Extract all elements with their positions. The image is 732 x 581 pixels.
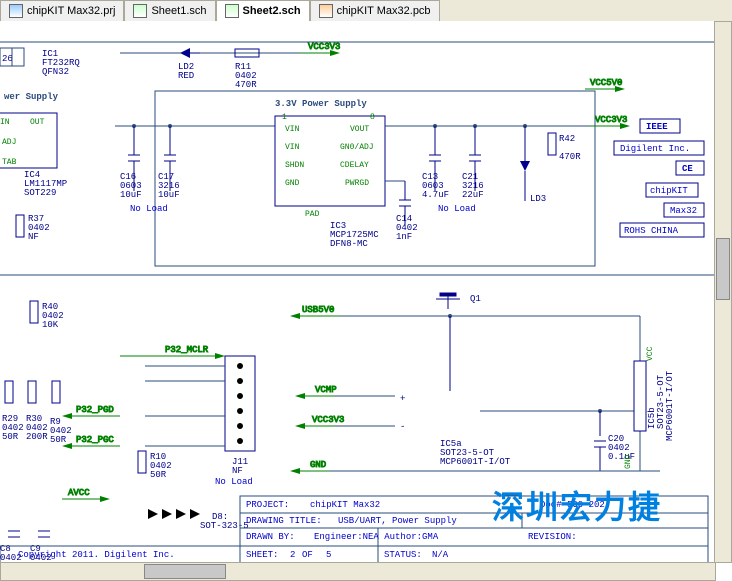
svg-text:CDELAY: CDELAY [340,161,369,170]
svg-text:470R: 470R [235,80,257,90]
svg-text:No Load: No Load [438,204,476,214]
svg-text:VOUT: VOUT [350,125,369,134]
svg-text:470R: 470R [559,152,581,162]
svg-text:chipKIT Max32: chipKIT Max32 [310,500,380,510]
svg-text:DRAWN BY:: DRAWN BY: [246,532,295,542]
svg-text:P32_MCLR: P32_MCLR [165,345,209,355]
tab-pcb[interactable]: chipKIT Max32.pcb [310,0,440,21]
svg-text:50R: 50R [50,435,67,445]
svg-text:8: 8 [370,113,375,122]
svg-text:wer Supply: wer Supply [4,92,59,102]
svg-text:REVISION:: REVISION: [528,532,577,542]
svg-text:4.7uF: 4.7uF [422,190,449,200]
svg-text:P32_PGC: P32_PGC [76,435,114,445]
svg-text:OUT: OUT [30,118,45,127]
svg-text:PWRGD: PWRGD [345,179,369,188]
svg-text:chipKIT: chipKIT [650,186,688,196]
svg-text:Digilent Inc.: Digilent Inc. [620,144,690,154]
svg-text:VCC5V0: VCC5V0 [590,78,622,88]
svg-text:N/A: N/A [432,550,449,560]
svg-text:1: 1 [282,113,287,122]
svg-text:+: + [400,394,405,404]
svg-text:USB/UART, Power Supply: USB/UART, Power Supply [338,516,457,526]
svg-text:IEEE: IEEE [646,122,668,132]
svg-text:1nF: 1nF [396,232,412,242]
svg-text:VCC3V3: VCC3V3 [595,115,627,125]
svg-text:GN0/ADJ: GN0/ADJ [340,143,374,152]
svg-text:Engineer:NEA Author:GMA: Engineer:NEA Author:GMA [314,532,439,542]
svg-text:ADJ: ADJ [2,138,16,147]
svg-text:SHDN: SHDN [285,161,304,170]
svg-text:22uF: 22uF [462,190,484,200]
svg-text:26: 26 [2,54,13,64]
svg-text:USB5V0: USB5V0 [302,305,334,315]
svg-text:PROJECT:: PROJECT: [246,500,289,510]
svg-text:OF: OF [302,550,313,560]
svg-text:LD3: LD3 [530,194,546,204]
svg-text:50R: 50R [150,470,167,480]
tab-sheet2[interactable]: Sheet2.sch [216,0,310,21]
svg-text:No Load: No Load [130,204,168,214]
schematic-canvas[interactable]: 26 IC1 FT232RQ QFN32 LD2 RED R11 0402 47… [0,21,732,563]
svg-text:VCC: VCC [646,346,655,361]
svg-text:PAD: PAD [305,210,320,219]
svg-text:MCP6001T-I/OT: MCP6001T-I/OT [440,457,511,467]
svg-text:VCC3V3: VCC3V3 [312,415,344,425]
svg-text:Copyright 2011. Digilent Inc.: Copyright 2011. Digilent Inc. [18,550,175,560]
svg-text:10uF: 10uF [120,190,142,200]
svg-text:-: - [400,422,405,432]
svg-text:200R: 200R [26,432,48,442]
svg-text:5: 5 [326,550,331,560]
svg-text:VIN: VIN [285,125,300,134]
svg-text:GND: GND [624,454,633,469]
svg-text:50R: 50R [2,432,19,442]
svg-text:MCP6001T-I/OT: MCP6001T-I/OT [665,370,675,441]
svg-text:TAB: TAB [2,158,17,167]
svg-text:VIN: VIN [285,143,300,152]
svg-text:NF: NF [232,466,243,476]
tab-sheet1[interactable]: Sheet1.sch [124,0,215,21]
svg-text:10uF: 10uF [158,190,180,200]
svg-text:Q1: Q1 [470,294,481,304]
svg-text:DRAWING TITLE:: DRAWING TITLE: [246,516,322,526]
svg-text:No Load: No Load [215,477,253,487]
svg-text:R42: R42 [559,134,575,144]
svg-text:3.3V Power Supply: 3.3V Power Supply [275,99,367,109]
svg-text:2: 2 [290,550,295,560]
svg-text:AVCC: AVCC [68,488,90,498]
svg-text:P32_PGD: P32_PGD [76,405,114,415]
svg-text:VCC3V3: VCC3V3 [308,42,340,52]
svg-text:Doc# 500-202: Doc# 500-202 [540,500,605,510]
svg-text:Max32: Max32 [670,206,697,216]
svg-text:DFN8-MC: DFN8-MC [330,239,368,249]
svg-text:VCMP: VCMP [315,385,337,395]
schematic-drawing: 26 IC1 FT232RQ QFN32 LD2 RED R11 0402 47… [0,21,716,563]
svg-text:STATUS:: STATUS: [384,550,422,560]
svg-text:10K: 10K [42,320,59,330]
svg-text:CE: CE [682,164,693,174]
vertical-scrollbar[interactable] [714,21,732,563]
svg-text:QFN32: QFN32 [42,67,69,77]
svg-text:IN: IN [0,118,10,127]
file-tabs: chipKIT Max32.prj Sheet1.sch Sheet2.sch … [0,0,732,22]
tab-project[interactable]: chipKIT Max32.prj [0,0,124,21]
horizontal-scrollbar[interactable] [0,562,716,581]
svg-text:SHEET:: SHEET: [246,550,278,560]
svg-text:ROHS CHINA: ROHS CHINA [624,226,679,236]
svg-text:RED: RED [178,71,194,81]
svg-text:GND: GND [310,460,326,470]
svg-text:GND: GND [285,179,300,188]
svg-text:NF: NF [28,232,39,242]
svg-text:SOT-323-5: SOT-323-5 [200,521,249,531]
svg-text:SOT229: SOT229 [24,188,56,198]
